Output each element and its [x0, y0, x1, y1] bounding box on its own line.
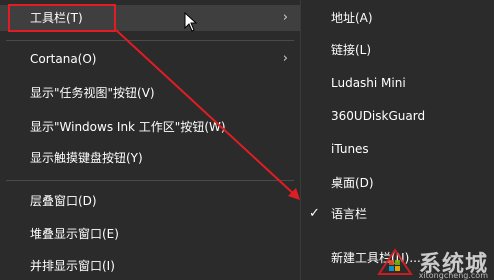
menu-item-label: Cortana(O)	[30, 52, 97, 66]
menu-item-stack-windows[interactable]: 堆叠显示窗口(E)	[0, 221, 300, 247]
menu-item-label: 360UDiskGuard	[331, 109, 426, 123]
menu-item-label: 显示触摸键盘按钮(Y)	[30, 151, 143, 165]
menu-item-label: 显示"任务视图"按钮(V)	[30, 86, 155, 100]
submenu-item-itunes[interactable]: iTunes	[301, 136, 494, 162]
watermark-logo-icon	[377, 248, 413, 275]
menu-item-label: 工具栏(T)	[30, 11, 83, 25]
chevron-right-icon: ›	[282, 10, 288, 25]
menu-item-windows-ink-button[interactable]: 显示"Windows Ink 工作区"按钮(W)	[0, 114, 300, 140]
menu-separator	[6, 40, 294, 41]
submenu-item-address[interactable]: 地址(A)	[301, 5, 494, 31]
menu-separator	[6, 180, 294, 181]
menu-item-label: 并排显示窗口(I)	[30, 259, 115, 273]
menu-item-label: Ludashi Mini	[331, 76, 406, 90]
checkmark-icon: ✓	[309, 206, 320, 221]
submenu-item-desktop[interactable]: 桌面(D)	[301, 170, 494, 196]
menu-item-label: 链接(L)	[331, 43, 372, 57]
menu-item-label: 桌面(D)	[331, 176, 374, 190]
mouse-cursor-icon	[184, 12, 198, 32]
menu-item-label: 层叠窗口(D)	[30, 194, 97, 208]
menu-item-label: 显示"Windows Ink 工作区"按钮(W)	[30, 120, 226, 134]
chevron-right-icon: ›	[282, 51, 288, 66]
menu-item-side-by-side-windows[interactable]: 并排显示窗口(I)	[0, 253, 300, 279]
menu-item-label: 地址(A)	[331, 11, 373, 25]
menu-item-cascade-windows[interactable]: 层叠窗口(D)	[0, 188, 300, 214]
taskbar-context-menu: 工具栏(T) › Cortana(O) › 显示"任务视图"按钮(V) 显示"W…	[0, 0, 300, 280]
menu-item-task-view-button[interactable]: 显示"任务视图"按钮(V)	[0, 80, 300, 106]
menu-item-touch-keyboard-button[interactable]: 显示触摸键盘按钮(Y)	[0, 145, 300, 171]
menu-item-label: 堆叠显示窗口(E)	[30, 227, 119, 241]
submenu-item-ludashi-mini[interactable]: Ludashi Mini	[301, 70, 494, 96]
menu-item-label: 语言栏	[331, 207, 368, 221]
toolbars-submenu: 地址(A) 链接(L) Ludashi Mini 360UDiskGuard i…	[300, 0, 494, 280]
submenu-item-links[interactable]: 链接(L)	[301, 37, 494, 63]
submenu-item-language-bar[interactable]: ✓ 语言栏	[301, 201, 494, 227]
watermark-url: xitongcheng.com	[418, 271, 488, 280]
menu-item-toolbars[interactable]: 工具栏(T) ›	[0, 5, 300, 31]
menu-item-cortana[interactable]: Cortana(O) ›	[0, 46, 300, 72]
submenu-item-360udiskguard[interactable]: 360UDiskGuard	[301, 103, 494, 129]
menu-item-label: iTunes	[331, 142, 369, 156]
